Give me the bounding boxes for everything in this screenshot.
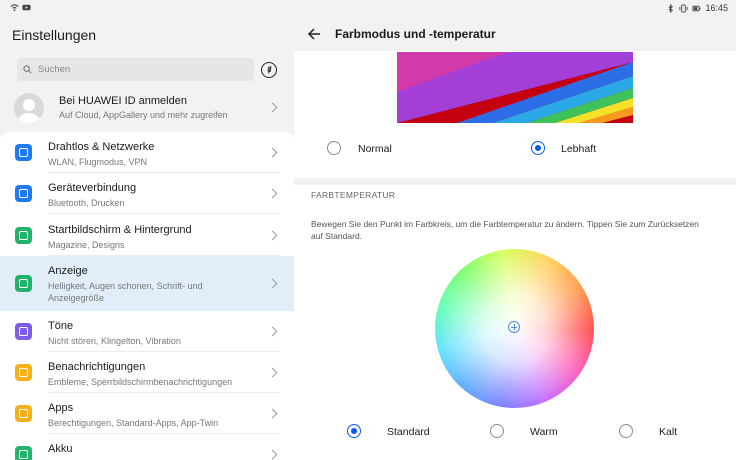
chevron-right-icon [267, 147, 278, 158]
chevron-right-icon [267, 367, 278, 378]
settings-item-device-connection[interactable]: Geräteverbindung Bluetooth, Drucken [0, 173, 294, 214]
avatar [14, 93, 44, 123]
chevron-right-icon [267, 188, 278, 199]
vibrate-icon [679, 3, 689, 13]
color-wheel-handle[interactable] [508, 321, 520, 333]
search-placeholder: Suchen [38, 64, 71, 75]
detail-header: Farbmodus und -temperatur [294, 17, 736, 51]
item-title: Benachrichtigungen [48, 361, 146, 373]
temperature-standard-radio[interactable] [347, 424, 361, 438]
item-subtitle: Nicht stören, Klingelton, Vibration [48, 336, 181, 346]
chevron-right-icon [267, 230, 278, 241]
sound-icon [15, 323, 32, 340]
search-assistant-button[interactable]: (// [261, 62, 277, 78]
item-subtitle: Magazine, Designs [48, 240, 125, 250]
item-title: Startbildschirm & Hintergrund [48, 224, 192, 236]
item-title: Töne [48, 320, 74, 332]
search-assistant-icon: (// [267, 66, 271, 74]
item-subtitle: Helligkeit, Augen schonen, Schrift- und … [48, 281, 203, 303]
item-subtitle: Berechtigungen, Standard-Apps, App-Twin [48, 418, 219, 428]
status-bar: 16:45 [0, 0, 736, 17]
item-subtitle: Embleme, Sperrbildschirmbenachrichtigung… [48, 377, 233, 387]
item-subtitle: WLAN, Flugmodus, VPN [48, 157, 148, 167]
battery-icon [15, 446, 32, 460]
temperature-warm-label: Warm [530, 426, 558, 438]
settings-item-sounds[interactable]: Töne Nicht stören, Klingelton, Vibration [0, 311, 294, 352]
item-title: Drahtlos & Netzwerke [48, 141, 155, 153]
search-icon [23, 65, 32, 74]
settings-card: Drahtlos & Netzwerke WLAN, Flugmodus, VP… [0, 132, 294, 460]
chevron-right-icon [267, 102, 278, 113]
rainbow-wallpaper-image [397, 52, 633, 123]
settings-item-wireless[interactable]: Drahtlos & Netzwerke WLAN, Flugmodus, VP… [0, 132, 294, 173]
settings-list-pane: Einstellungen Suchen (// Bei HUAWEI ID a… [0, 17, 294, 460]
detail-pane: Farbmodus und -temperatur Normal Lebhaft… [294, 17, 736, 460]
section-title: FARBTEMPERATUR [311, 190, 396, 200]
temperature-warm-radio[interactable] [490, 424, 504, 438]
page-title: Einstellungen [12, 27, 97, 43]
back-arrow-icon[interactable] [307, 27, 321, 41]
temperature-description: Bewegen Sie den Punkt im Farbkreis, um d… [311, 219, 699, 241]
detail-title: Farbmodus und -temperatur [335, 27, 496, 41]
account-title: Bei HUAWEI ID anmelden [59, 95, 187, 107]
display-icon [15, 275, 32, 292]
chevron-right-icon [267, 326, 278, 337]
temperature-standard-label: Standard [387, 426, 430, 438]
temperature-cold-radio[interactable] [619, 424, 633, 438]
huawei-id-login-row[interactable]: Bei HUAWEI ID anmelden Auf Cloud, AppGal… [0, 89, 294, 129]
color-mode-normal-label: Normal [358, 143, 392, 155]
device-connection-icon [15, 185, 32, 202]
person-icon [18, 99, 40, 123]
settings-item-notifications[interactable]: Benachrichtigungen Embleme, Sperrbildsch… [0, 352, 294, 393]
clock: 16:45 [705, 3, 728, 13]
settings-item-battery[interactable]: Akku [0, 434, 294, 460]
wifi-status-icon [10, 4, 19, 12]
chevron-right-icon [267, 278, 278, 289]
color-preview-image [397, 52, 633, 123]
item-title: Apps [48, 402, 74, 414]
battery-status-icon [692, 5, 701, 11]
apps-icon [15, 405, 32, 422]
color-mode-vivid-radio[interactable] [531, 141, 545, 155]
chevron-right-icon [267, 449, 278, 460]
color-mode-normal-radio[interactable] [327, 141, 341, 155]
wifi-icon [15, 144, 32, 161]
chevron-right-icon [267, 408, 278, 419]
bell-icon [15, 364, 32, 381]
color-mode-vivid-label: Lebhaft [561, 143, 597, 155]
section-divider [294, 178, 736, 185]
temperature-cold-label: Kalt [659, 426, 678, 438]
settings-item-home-screen[interactable]: Startbildschirm & Hintergrund Magazine, … [0, 214, 294, 256]
youtube-notification-icon [22, 4, 31, 11]
wallpaper-icon [15, 227, 32, 244]
bluetooth-icon [668, 3, 674, 13]
settings-item-apps[interactable]: Apps Berechtigungen, Standard-Apps, App-… [0, 393, 294, 434]
account-subtitle: Auf Cloud, AppGallery und mehr zugreifen [59, 110, 228, 120]
item-title: Anzeige [48, 265, 88, 277]
settings-item-display[interactable]: Anzeige Helligkeit, Augen schonen, Schri… [0, 256, 294, 311]
search-input[interactable]: Suchen [17, 58, 254, 81]
item-title: Geräteverbindung [48, 182, 137, 194]
item-title: Akku [48, 443, 73, 455]
item-subtitle: Bluetooth, Drucken [48, 198, 125, 208]
